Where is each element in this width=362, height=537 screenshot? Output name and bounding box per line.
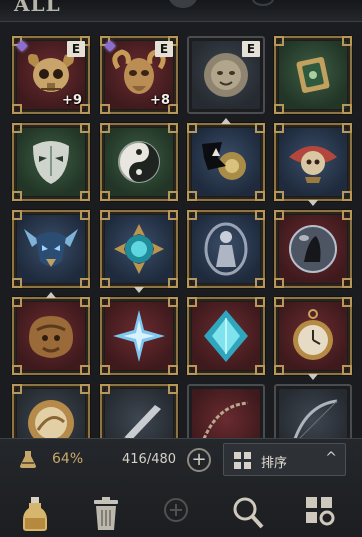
yin-yang-icon: [118, 141, 160, 183]
bow-icon: [293, 399, 338, 438]
slot-red-ice-star[interactable]: [100, 297, 178, 375]
silver-statue-icon: [204, 222, 248, 276]
weight-icon: [20, 451, 36, 468]
equipped-badge: E: [242, 41, 260, 57]
dark-emblem-icon: [202, 142, 246, 180]
trash-icon[interactable]: [92, 496, 120, 532]
slot-red-pocket-watch[interactable]: [274, 297, 352, 380]
slot-slate-bow[interactable]: [274, 384, 352, 438]
equipped-badge: E: [67, 41, 85, 57]
slot-red-crystal-ball[interactable]: [274, 210, 352, 288]
pocket-watch-icon: [293, 309, 333, 360]
slot-blue-teal-orb[interactable]: [100, 210, 178, 293]
slot-red-chain-whip[interactable]: [187, 384, 265, 438]
demon-crest-icon: [24, 229, 78, 267]
beast-relic-icon: [29, 316, 73, 358]
grid-icon: [234, 452, 252, 470]
slot-green-card-box[interactable]: [274, 36, 352, 114]
ornament: [252, 0, 274, 6]
slot-green-mask[interactable]: [12, 123, 90, 201]
sort-label: 排序: [261, 456, 288, 471]
equipped-badge: E: [155, 41, 173, 57]
mask-icon: [33, 141, 69, 184]
slot-red-beast-relic[interactable]: [12, 292, 90, 375]
top-bar: ALL: [0, 0, 362, 22]
slot-red-cyan-diamond[interactable]: [187, 297, 265, 375]
inventory-capacity: 416/480: [122, 452, 177, 467]
slot-red-ram-skull[interactable]: E +8: [100, 36, 178, 114]
inventory-grid: E +9 E +8 E: [10, 34, 356, 438]
chevron-up-icon: ^: [325, 450, 337, 466]
grid-settings-icon[interactable]: [305, 496, 335, 526]
slot-red-skull-horns[interactable]: E +9: [12, 36, 90, 114]
upgrade-level: +9: [62, 93, 82, 108]
weight-percent: 64%: [52, 451, 84, 467]
plus-circle-icon[interactable]: [162, 496, 190, 524]
slot-slate-blade[interactable]: [100, 384, 178, 438]
slot-blue-silver-statue[interactable]: [187, 210, 265, 288]
slot-green-yin-yang[interactable]: [100, 123, 178, 201]
slot-blue-dark-emblem[interactable]: [187, 118, 265, 201]
magnifier-icon[interactable]: [232, 496, 264, 530]
slot-slate-gold-disc[interactable]: [12, 384, 90, 438]
category-title[interactable]: ALL: [14, 0, 61, 16]
crystal-ball-icon: [289, 225, 337, 273]
teal-orb-icon: [114, 224, 164, 274]
gold-disc-icon: [28, 400, 74, 438]
slot-blue-skull-ornament[interactable]: [274, 123, 352, 206]
potion-icon[interactable]: [21, 496, 49, 532]
ornament: [168, 0, 198, 8]
slot-slate-beast-head[interactable]: E: [187, 36, 265, 114]
chain-whip-icon: [202, 401, 249, 438]
card-box-icon: [296, 56, 330, 94]
ice-star-icon: [113, 310, 165, 362]
cyan-diamond-icon: [204, 310, 248, 362]
slot-blue-demon-crest[interactable]: [12, 210, 90, 288]
blade-icon: [123, 405, 161, 438]
expand-capacity-button[interactable]: +: [187, 448, 211, 472]
sort-button[interactable]: 排序 ^: [223, 443, 346, 476]
upgrade-level: +8: [150, 93, 170, 108]
skull-ornament-icon: [289, 146, 337, 183]
